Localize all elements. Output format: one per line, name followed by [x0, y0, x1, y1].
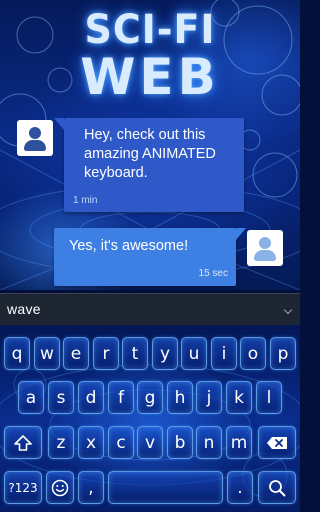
outgoing-message-time: 15 sec [198, 268, 228, 279]
key-f[interactable]: f [108, 381, 134, 414]
key-p[interactable]: p [270, 337, 296, 370]
key-u[interactable]: u [181, 337, 207, 370]
search-icon [269, 479, 286, 496]
key-r[interactable]: r [93, 337, 119, 370]
emoji-icon [51, 479, 69, 496]
key-m[interactable]: m [226, 426, 252, 459]
key-c[interactable]: c [108, 426, 134, 459]
key-g[interactable]: g [137, 381, 163, 414]
incoming-message-text: Hey, check out this amazing ANIMATED key… [84, 127, 216, 181]
shift-key[interactable] [4, 426, 42, 459]
chevron-down-icon[interactable] [283, 305, 293, 315]
spacebar[interactable] [108, 471, 223, 504]
incoming-message-bubble: Hey, check out this amazing ANIMATED key… [54, 118, 244, 212]
person-icon-head [29, 127, 41, 139]
theme-logo: SCI-FI WEB [0, 10, 300, 102]
key-d[interactable]: d [78, 381, 104, 414]
symbols-key[interactable]: ?123 [4, 471, 42, 504]
backspace-icon [267, 436, 287, 449]
key-y[interactable]: y [152, 337, 178, 370]
key-w[interactable]: w [34, 337, 60, 370]
keyboard: q w e r t y u i o p a s d f g h j k l z … [0, 325, 300, 512]
backspace-key[interactable] [258, 426, 296, 459]
key-o[interactable]: o [240, 337, 266, 370]
key-b[interactable]: b [167, 426, 193, 459]
outgoing-message-text: Yes, it's awesome! [69, 238, 189, 254]
person-icon-body [254, 250, 276, 261]
outgoing-message-bubble: Yes, it's awesome! 15 sec [54, 228, 246, 286]
emoji-key[interactable] [46, 471, 74, 504]
suggestion-bar: wave [0, 293, 300, 325]
key-l[interactable]: l [256, 381, 282, 414]
key-v[interactable]: v [137, 426, 163, 459]
key-a[interactable]: a [18, 381, 44, 414]
logo-line-1: SCI-FI [84, 7, 216, 53]
person-icon-body [24, 140, 46, 151]
key-k[interactable]: k [226, 381, 252, 414]
key-j[interactable]: j [196, 381, 222, 414]
key-z[interactable]: z [48, 426, 74, 459]
person-icon-head [259, 237, 271, 249]
key-n[interactable]: n [196, 426, 222, 459]
key-x[interactable]: x [78, 426, 104, 459]
key-q[interactable]: q [4, 337, 30, 370]
shift-icon [14, 434, 32, 451]
key-h[interactable]: h [167, 381, 193, 414]
key-t[interactable]: t [122, 337, 148, 370]
key-s[interactable]: s [48, 381, 74, 414]
suggestion-word[interactable]: wave [7, 301, 41, 317]
logo-line-2: WEB [80, 48, 220, 106]
comma-key[interactable]: , [78, 471, 104, 504]
contact-avatar [17, 120, 53, 156]
key-e[interactable]: e [63, 337, 89, 370]
search-key[interactable] [258, 471, 296, 504]
incoming-message-time: 1 min [73, 195, 98, 206]
user-avatar [247, 230, 283, 266]
key-i[interactable]: i [211, 337, 237, 370]
period-key[interactable]: . [227, 471, 253, 504]
